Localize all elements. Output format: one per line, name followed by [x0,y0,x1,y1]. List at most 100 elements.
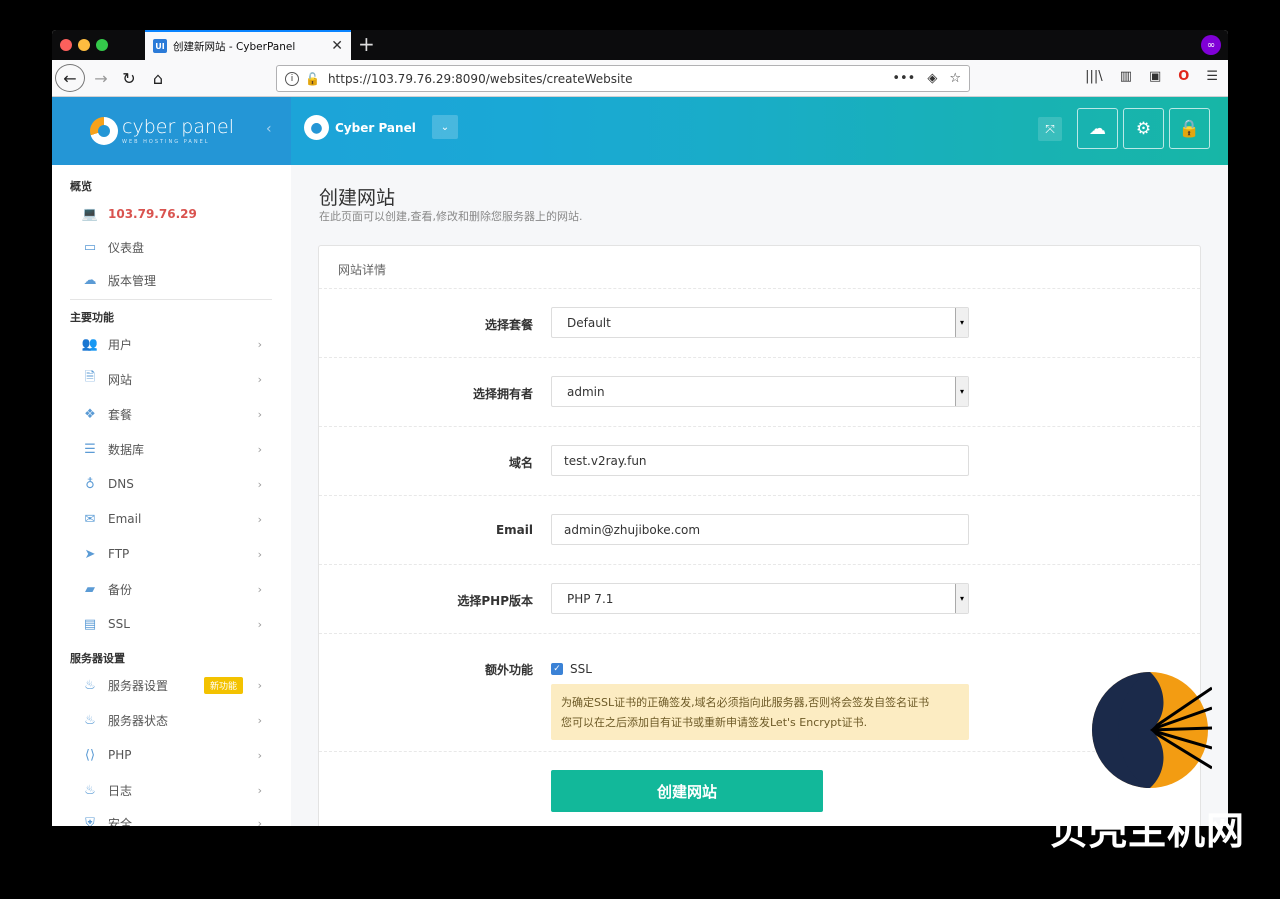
row-separator [319,288,1200,289]
owner-select[interactable]: admin ▾ [551,376,969,407]
sidebar-item-label: 网站 [108,372,133,387]
sidebar-item-ip[interactable]: 💻 103.79.76.29 [80,202,270,226]
new-tab-icon[interactable]: + [358,33,375,55]
sidebar-item-dns[interactable]: ♁ DNS › [80,472,270,496]
info-icon[interactable]: i [285,71,299,86]
user-dropdown-button[interactable]: ⌄ [432,115,458,139]
create-website-button[interactable]: 创建网站 [551,770,823,812]
users-icon: 👥 [81,336,99,352]
bookmark-star-icon[interactable]: ☆ [949,71,961,86]
sidebar-item-ssl[interactable]: ▤ SSL › [80,612,270,636]
flame-icon: ♨ [84,782,96,798]
ssl-label: SSL [570,662,592,676]
cloud-upload-icon: ☁ [83,272,97,288]
insecure-lock-icon[interactable]: 🔓 [305,72,320,86]
laptop-icon: 💻 [81,206,99,222]
library-icon[interactable]: |||\ [1085,69,1103,84]
close-window-button[interactable] [60,39,72,51]
sidebar-item-server-settings[interactable]: ♨ 服务器设置 新功能 › [80,673,270,697]
back-button[interactable]: ← [55,64,85,92]
user-menu[interactable]: ● Cyber Panel [304,115,416,140]
private-browsing-icon[interactable]: ∞ [1201,35,1221,55]
zoom-window-button[interactable] [96,39,108,51]
sidebar-item-users[interactable]: 👥 用户 › [80,332,270,356]
row-separator [319,564,1200,565]
user-name: Cyber Panel [335,120,416,135]
url-bar[interactable]: i 🔓 https://103.79.76.29:8090/websites/c… [276,65,970,92]
chevron-right-icon: › [257,407,262,421]
chevron-right-icon: › [257,442,262,456]
collapse-sidebar-icon[interactable]: ‹ [266,121,272,137]
minimize-window-button[interactable] [78,39,90,51]
email-input[interactable]: admin@zhujiboke.com [551,514,969,545]
row-separator [319,633,1200,634]
paper-plane-icon: ➤ [84,546,96,562]
sidebar-item-packages[interactable]: ❖ 套餐 › [80,402,270,426]
sidebar-item-dashboard[interactable]: ▭ 仪表盘 [80,235,270,259]
lock-icon[interactable]: 🔒 [1169,108,1210,149]
home-button[interactable]: ⌂ [147,64,169,92]
flame-icon: ♨ [84,677,96,693]
row-separator [319,426,1200,427]
url-text[interactable]: https://103.79.76.29:8090/websites/creat… [328,72,892,86]
sidebar-item-label: 日志 [108,783,133,798]
sidebar-item-backup[interactable]: ▰ 备份 › [80,577,270,601]
menu-icon[interactable]: ☰ [1206,69,1218,84]
package-label: 选择套餐 [484,318,533,332]
sidebar-item-label: 服务器状态 [108,713,169,728]
page: cyber panel WEB HOSTING PANEL ‹ ● Cyber … [52,97,1228,826]
gear-icon[interactable]: ⚙ [1123,108,1164,149]
logo-text: cyber panel [122,116,235,138]
cubes-icon: ❖ [84,406,96,422]
opera-icon[interactable]: O [1178,69,1189,84]
email-label: Email [495,523,533,537]
shield-icon: ⛨ [85,815,95,827]
package-select[interactable]: Default ▾ [551,307,969,338]
checkbox-checked-icon[interactable]: ✓ [551,663,563,675]
folder-icon: ▰ [85,581,95,597]
logo-area[interactable]: cyber panel WEB HOSTING PANEL ‹ [52,97,291,165]
php-value: PHP 7.1 [567,591,614,606]
sidebar-item-label: 用户 [108,337,133,352]
sidebar-item-database[interactable]: ☰ 数据库 › [80,437,270,461]
page-actions-icon[interactable]: ••• [892,71,915,86]
chevron-right-icon: › [257,713,262,727]
tab-strip: UI 创建新网站 - CyberPanel ✕ + ∞ [52,30,1228,60]
ssl-checkbox-row[interactable]: ✓ SSL [551,662,592,676]
ssl-notice-line1: 为确定SSL证书的正确签发,域名必须指向此服务器,否则将会签发自签名证书 [561,696,930,709]
sidebar-item-email[interactable]: ✉ Email › [80,507,270,531]
close-tab-icon[interactable]: ✕ [331,38,343,54]
page-description: 在此页面可以创建,查看,修改和删除您服务器上的网站. [319,210,583,223]
sidebar-item-version[interactable]: ☁ 版本管理 [80,268,270,292]
section-server: 服务器设置 [70,652,125,665]
browser-tab[interactable]: UI 创建新网站 - CyberPanel ✕ [145,30,351,60]
php-select[interactable]: PHP 7.1 ▾ [551,583,969,614]
sidebar-item-websites[interactable]: 🗎 网站 › [80,367,270,391]
reload-button[interactable]: ↻ [118,64,140,92]
row-separator [319,357,1200,358]
domain-input[interactable]: test.v2ray.fun [551,445,969,476]
select-arrow-icon: ▾ [955,584,968,613]
watermark-text: 贝壳主机网 [1050,808,1246,853]
page-title: 创建网站 [319,187,396,209]
select-arrow-icon: ▾ [955,308,968,337]
forward-button[interactable]: → [90,64,112,92]
chevron-right-icon: › [257,477,262,491]
new-feature-badge: 新功能 [204,677,244,694]
sidebar-item-server-status[interactable]: ♨ 服务器状态 › [80,708,270,732]
sidebar-item-ftp[interactable]: ➤ FTP › [80,542,270,566]
sidebar-divider [70,299,272,300]
sidebar-toggle-icon[interactable]: ▥ [1120,69,1132,84]
sidebar-item-php[interactable]: ⟨⟩ PHP › [80,743,270,767]
pocket-icon[interactable]: ◈ [927,71,937,86]
chevron-right-icon: › [257,678,262,692]
sidebar-item-label: 备份 [108,582,133,597]
website-icon: 🗎 [84,370,96,385]
extension-icon[interactable]: ▣ [1149,69,1161,84]
cloud-icon[interactable]: ☁ [1077,108,1118,149]
fullscreen-icon[interactable]: ⤧ [1038,117,1062,141]
panel-title: 网站详情 [338,263,387,277]
sidebar-item-logs[interactable]: ♨ 日志 › [80,778,270,802]
sidebar-item-security[interactable]: ⛨ 安全 › [80,811,270,827]
php-label: 选择PHP版本 [457,594,533,608]
